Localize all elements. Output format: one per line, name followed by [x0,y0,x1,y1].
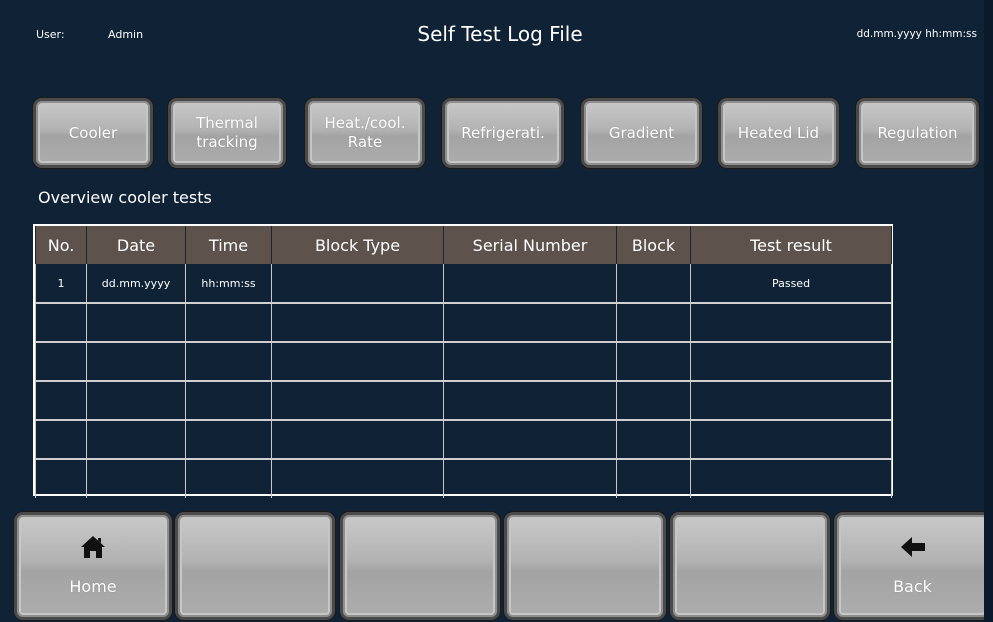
arrow-left-icon [900,537,925,557]
tab-label: Refrigerati. [461,123,545,142]
cell-test-result [690,303,892,343]
datetime: dd.mm.yyyy hh:mm:ss [856,28,977,40]
cell-serial-number [443,459,617,498]
cell-block-type [271,342,444,382]
cell-serial-number [443,381,617,421]
column-header-block: Block [616,226,691,264]
tab-regulation[interactable]: Regulation [856,98,979,168]
cell-block-type [271,420,444,460]
home-label: Home [69,577,117,596]
table-row[interactable] [35,381,892,421]
blank-button-4[interactable] [670,512,830,620]
cell-date: dd.mm.yyyy [86,264,186,304]
home-button[interactable]: Home [14,512,172,620]
blank-button-3[interactable] [504,512,666,620]
cell-block-type [271,381,444,421]
cell-time [185,459,272,498]
cell-date [86,381,186,421]
column-header-date: Date [86,226,186,264]
tab-refrigeration[interactable]: Refrigerati. [442,98,564,168]
cell-no [35,459,87,498]
table-row[interactable] [35,303,892,343]
cell-no [35,342,87,382]
blank-button-1[interactable] [175,512,335,620]
tab-label: Regulation [877,123,958,142]
section-title: Overview cooler tests [38,188,212,207]
cell-block [616,420,691,460]
table-row[interactable]: 1 dd.mm.yyyy hh:mm:ss Passed [35,264,892,304]
cell-no [35,303,87,343]
column-header-test-result: Test result [690,226,892,264]
cell-block [616,264,691,304]
tab-label: Heat./cool. Rate [324,114,406,151]
tab-heat-cool-rate[interactable]: Heat./cool. Rate [305,98,425,168]
tab-gradient[interactable]: Gradient [581,98,702,168]
cell-time [185,303,272,343]
tab-heated-lid[interactable]: Heated Lid [718,98,839,168]
cell-no: 1 [35,264,87,304]
tab-label: Gradient [608,123,675,142]
back-button[interactable]: Back [834,512,991,620]
cell-test-result [690,381,892,421]
cell-block [616,459,691,498]
back-label: Back [893,577,932,596]
cell-block-type [271,459,444,498]
cell-block [616,303,691,343]
cell-time [185,381,272,421]
cell-time: hh:mm:ss [185,264,272,304]
cell-time [185,342,272,382]
column-header-no: No. [35,226,87,264]
cell-serial-number [443,420,617,460]
column-header-block-type: Block Type [271,226,444,264]
page-title: Self Test Log File [417,22,583,46]
cell-date [86,420,186,460]
cell-test-result: Passed [690,264,892,304]
tab-label: Heated Lid [737,123,820,142]
cell-block [616,381,691,421]
blank-button-2[interactable] [340,512,500,620]
tab-cooler[interactable]: Cooler [33,98,153,168]
cell-time [185,420,272,460]
cell-date [86,342,186,382]
tab-thermal-tracking[interactable]: Thermal tracking [168,98,286,168]
table-row[interactable] [35,459,892,498]
cell-test-result [690,420,892,460]
cell-test-result [690,342,892,382]
cell-date [86,303,186,343]
cell-block [616,342,691,382]
cell-date [86,459,186,498]
tab-label: Cooler [68,123,118,142]
screen: User: Admin Self Test Log File dd.mm.yyy… [0,0,993,622]
cell-test-result [690,459,892,498]
table-row[interactable] [35,342,892,382]
cell-serial-number [443,264,617,304]
cell-no [35,381,87,421]
table-header-row: No. Date Time Block Type Serial Number B… [35,226,892,264]
table-row[interactable] [35,420,892,460]
column-header-serial-number: Serial Number [443,226,617,264]
cell-serial-number [443,303,617,343]
cell-no [35,420,87,460]
column-header-time: Time [185,226,272,264]
home-icon [81,536,105,558]
test-log-table: No. Date Time Block Type Serial Number B… [33,224,893,498]
cell-block-type [271,264,444,304]
cell-serial-number [443,342,617,382]
cell-block-type [271,303,444,343]
tab-label: Thermal tracking [196,114,258,151]
